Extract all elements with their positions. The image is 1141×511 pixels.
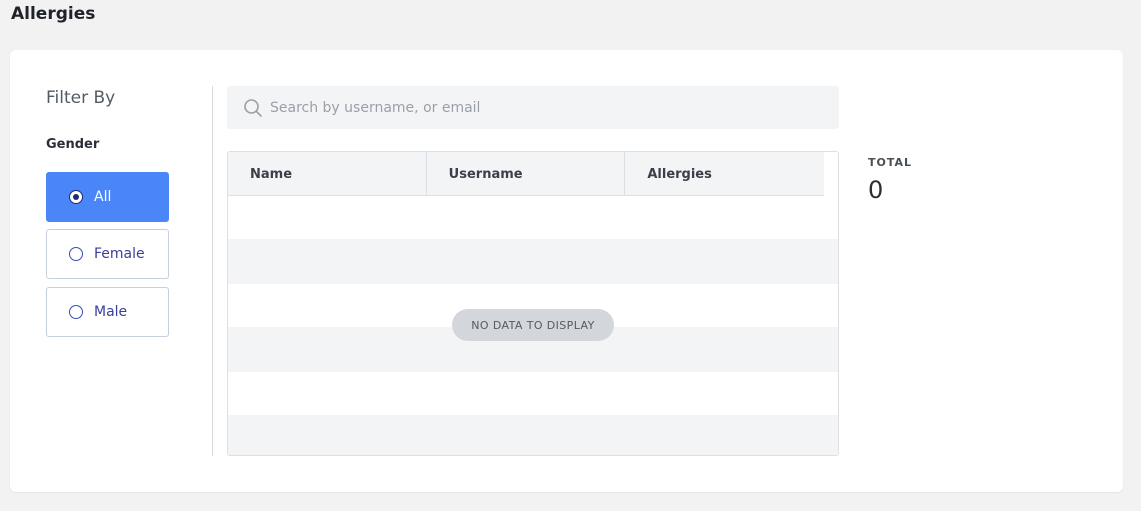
table-row (228, 239, 838, 284)
table-row (228, 196, 838, 239)
total-value: 0 (868, 176, 884, 204)
empty-state-badge: NO DATA TO DISPLAY (452, 309, 614, 341)
filter-title: Filter By (46, 88, 116, 108)
vertical-divider (212, 86, 213, 456)
table-row (228, 372, 838, 415)
gender-label: Gender (46, 137, 100, 152)
total-label: TOTAL (868, 156, 913, 169)
table-header: Name Username Allergies (228, 152, 824, 196)
table-row (228, 415, 838, 455)
gender-option-label: Female (94, 246, 145, 262)
column-header-allergies[interactable]: Allergies (625, 152, 824, 196)
gender-option-female[interactable]: Female (46, 229, 169, 279)
gender-option-label: Male (94, 304, 128, 320)
radio-unselected-icon (69, 305, 83, 319)
radio-unselected-icon (69, 247, 83, 261)
page-title: Allergies (11, 4, 96, 24)
gender-option-all[interactable]: All (46, 172, 169, 222)
radio-selected-icon (69, 190, 83, 204)
gender-option-male[interactable]: Male (46, 287, 169, 337)
column-header-username[interactable]: Username (427, 152, 626, 196)
column-header-name[interactable]: Name (228, 152, 427, 196)
allergies-card: Filter By Gender All Female Male Name Us… (10, 50, 1123, 492)
search-bar[interactable] (227, 86, 839, 129)
users-table: Name Username Allergies NO DATA TO DISPL… (227, 151, 839, 456)
gender-option-label: All (94, 189, 112, 205)
search-input[interactable] (270, 99, 830, 116)
search-icon (244, 98, 262, 117)
